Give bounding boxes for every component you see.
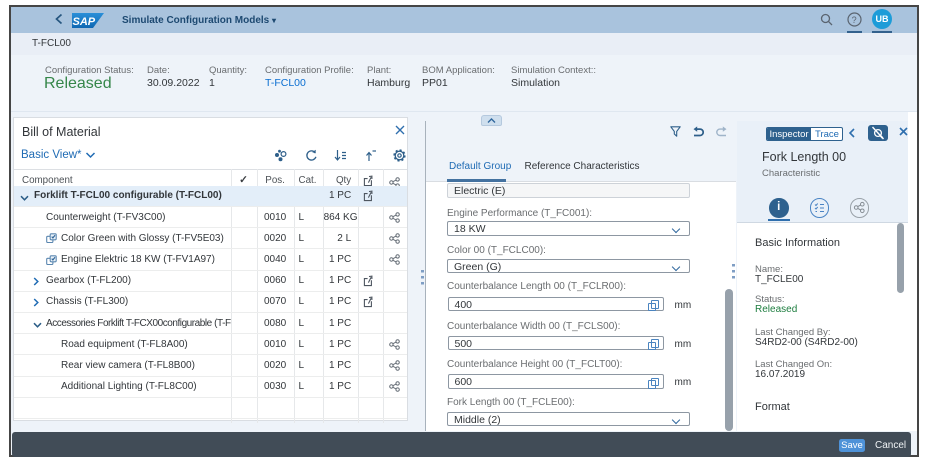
svg-text:SAP: SAP (73, 16, 96, 28)
svg-text:?: ? (852, 15, 857, 25)
